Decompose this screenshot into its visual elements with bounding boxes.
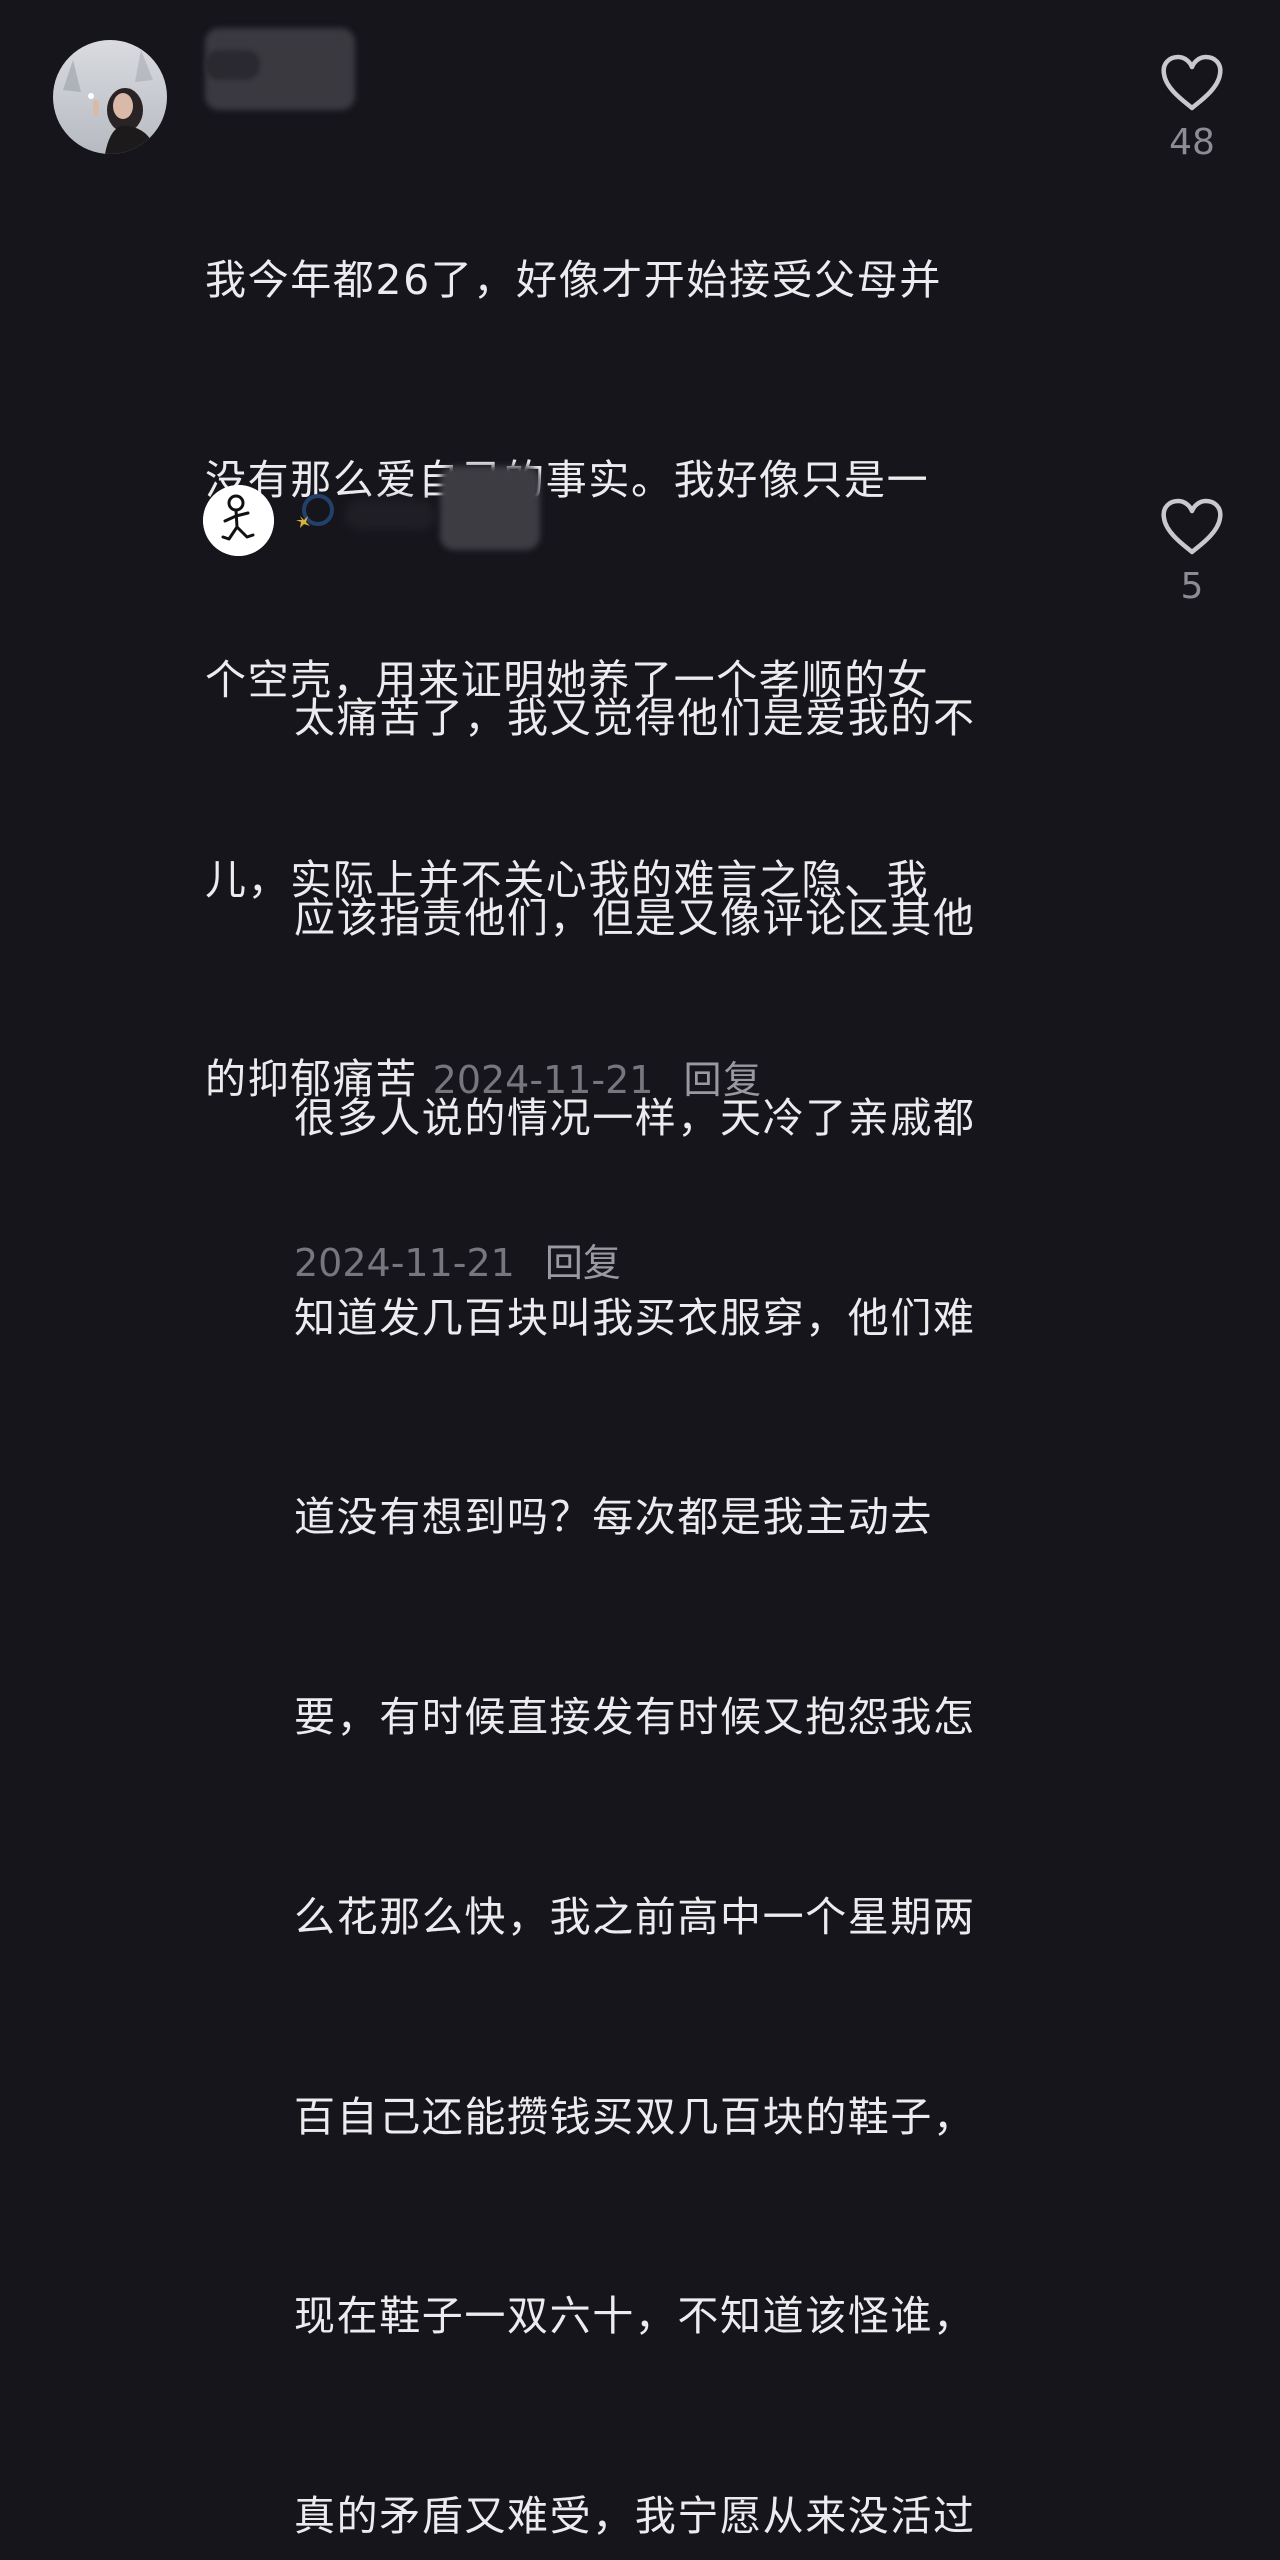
author-badge-icon (294, 494, 340, 530)
comment-line: 么花那么快，我之前高中一个星期两 (294, 1892, 976, 1941)
comment-line: 百自己还能攒钱买双几百块的鞋子， (294, 2092, 976, 2141)
comment-line: 知道发几百块叫我买衣服穿，他们难 (294, 1293, 976, 1342)
user-avatar[interactable] (53, 40, 167, 154)
comment-line: 现在鞋子一双六十，不知道该怪谁， (294, 2292, 976, 2341)
reply-button[interactable]: 回复 (545, 1241, 621, 1285)
photo-avatar-icon (53, 40, 167, 154)
comment-date: 2024-11-21 (294, 1241, 515, 1285)
like-count: 5 (1180, 566, 1204, 607)
heart-outline-icon (1161, 498, 1223, 555)
comment-line: 很多人说的情况一样，天冷了亲戚都 (294, 1093, 976, 1142)
comment-line: 要，有时候直接发有时候又抱怨我怎 (294, 1693, 976, 1742)
comment-line: 我今年都26了，好像才开始接受父母并 (205, 256, 942, 305)
heart-outline-icon (1161, 54, 1223, 111)
author-name-redacted (345, 500, 435, 530)
comment-line: 应该指责他们，但是又像评论区其他 (294, 893, 976, 942)
comment-line: 道没有想到吗？每次都是我主动去 (294, 1493, 933, 1542)
comment-line: 真的矛盾又难受，我宁愿从来没活过 (294, 2492, 976, 2541)
user-avatar[interactable] (203, 485, 274, 556)
author-name-redacted[interactable] (440, 466, 540, 550)
like-count: 48 (1169, 122, 1215, 163)
like-button[interactable]: 48 (1152, 54, 1232, 163)
author-name-redacted (205, 50, 260, 80)
stick-figure-icon (203, 485, 274, 556)
comment-text: 太痛苦了，我又觉得他们是爱我的不 应该指责他们，但是又像评论区其他 很多人说的情… (294, 552, 1104, 2560)
comment-meta: 2024-11-21 回复 (294, 1232, 621, 1287)
comment-line: 太痛苦了，我又觉得他们是爱我的不 (294, 694, 976, 743)
like-button[interactable]: 5 (1152, 498, 1232, 607)
